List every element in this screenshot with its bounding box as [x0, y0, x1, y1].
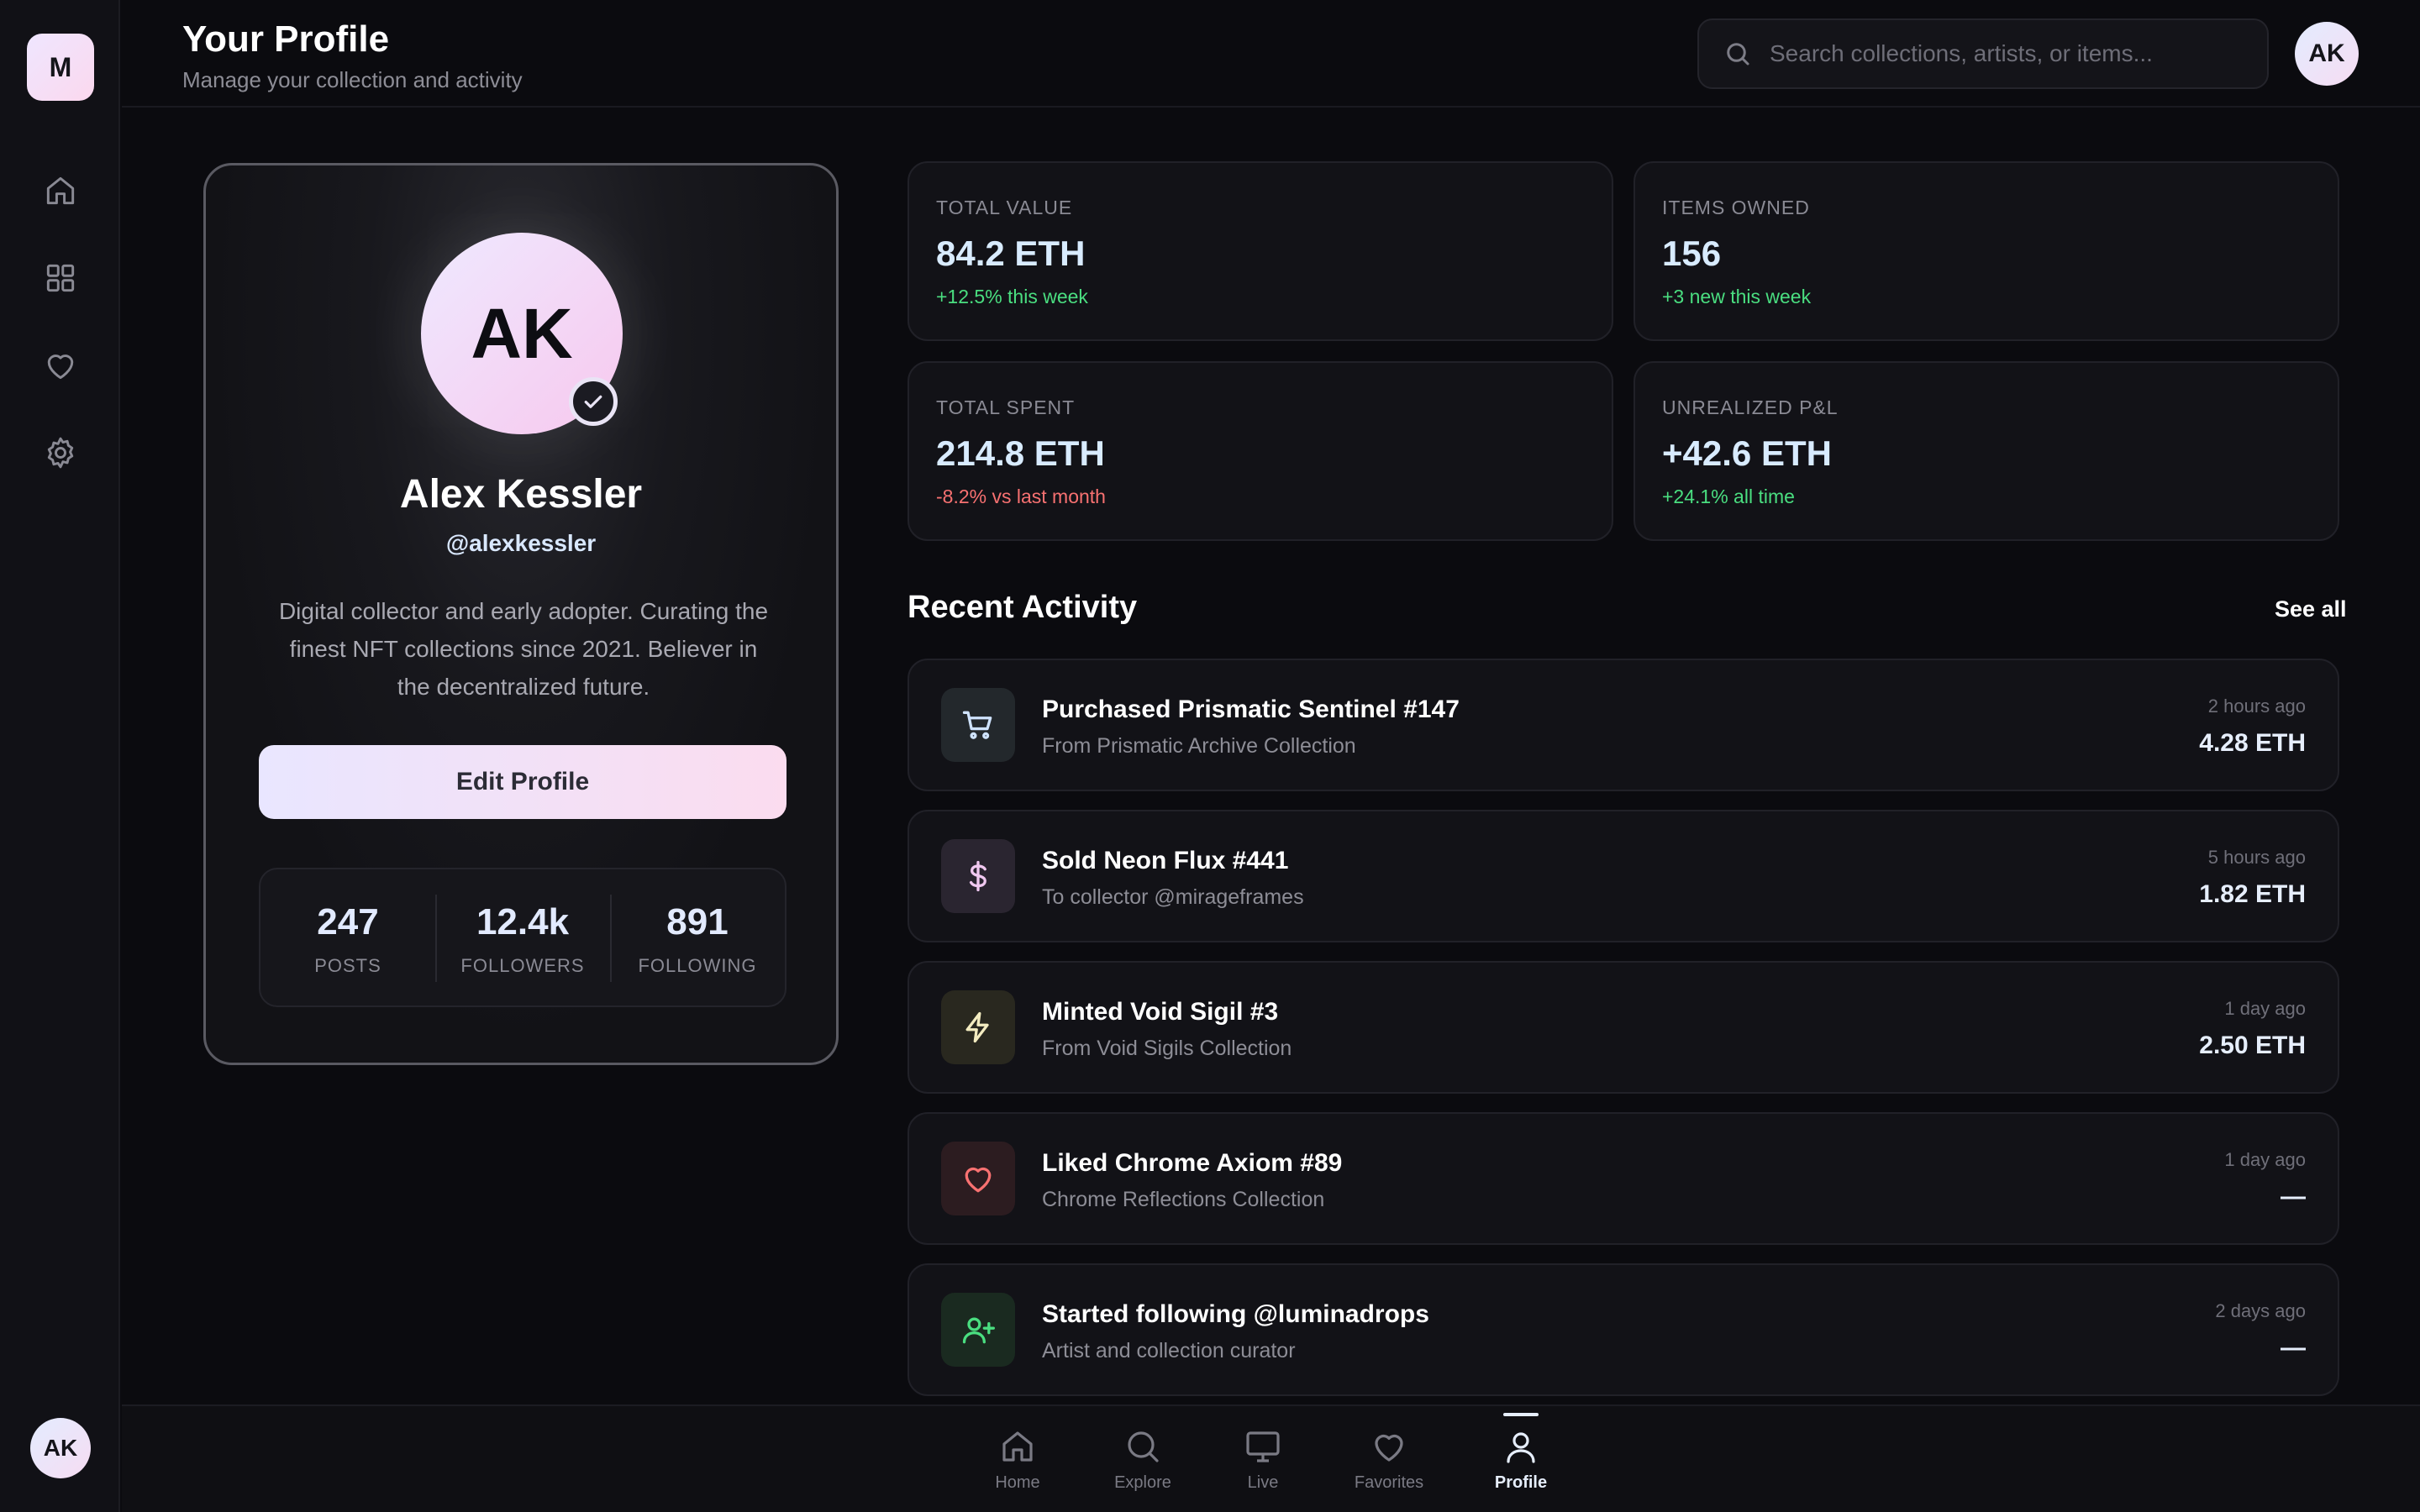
metric-total-value: TOTAL VALUE 84.2 ETH +12.5% this week: [908, 161, 1613, 341]
activity-item[interactable]: Sold Neon Flux #441 To collector @mirage…: [908, 810, 2339, 942]
active-tab-indicator: [1503, 1413, 1539, 1416]
monitor-icon: [1246, 1431, 1280, 1462]
metric-value: 84.2 ETH: [936, 234, 1086, 273]
metric-value: +42.6 ETH: [1662, 433, 1832, 473]
sidebar-home-icon[interactable]: [39, 169, 82, 213]
stat-label: FOLLOWING: [638, 955, 757, 976]
activity-amount: 4.28 ETH: [2199, 729, 2306, 757]
metric-change: -8.2% vs last month: [936, 486, 1106, 507]
sidebar-grid-icon[interactable]: [39, 256, 82, 300]
bolt-icon: [941, 990, 1015, 1064]
metric-items-owned: ITEMS OWNED 156 +3 new this week: [1634, 161, 2339, 341]
search-bar[interactable]: [1697, 18, 2269, 89]
stat-followers[interactable]: 12.4k FOLLOWERS: [435, 869, 610, 1005]
page-subtitle: Manage your collection and activity: [182, 67, 523, 92]
metric-label: TOTAL SPENT: [936, 396, 1076, 418]
edit-profile-button[interactable]: Edit Profile: [259, 745, 786, 819]
metric-unrealized-pnl: UNREALIZED P&L +42.6 ETH +24.1% all time: [1634, 361, 2339, 541]
nav-label: Profile: [1494, 1473, 1548, 1492]
nav-profile[interactable]: Profile: [1470, 1426, 1571, 1493]
activity-title: Started following @luminadrops: [1042, 1300, 1429, 1328]
user-icon: [1507, 1432, 1535, 1463]
stat-value: 247: [317, 901, 379, 942]
see-all-link[interactable]: See all: [2275, 596, 2347, 622]
bottom-nav: Home Explore Live Favorites Profile: [122, 1404, 2420, 1512]
cart-icon: [941, 688, 1015, 762]
stat-value: 891: [666, 901, 729, 942]
search-input[interactable]: [1770, 40, 2240, 67]
metric-label: TOTAL VALUE: [936, 197, 1073, 218]
metric-change: +3 new this week: [1662, 286, 1812, 307]
metric-label: UNREALIZED P&L: [1662, 396, 1839, 418]
search-icon: [1727, 43, 1749, 66]
activity-time: 2 days ago: [2215, 1300, 2306, 1321]
profile-card: AK Alex Kessler @alexkessler Digital col…: [203, 163, 839, 1065]
stat-posts[interactable]: 247 POSTS: [260, 869, 435, 1005]
activity-amount: 2.50 ETH: [2199, 1032, 2306, 1059]
app-logo[interactable]: M: [27, 34, 94, 101]
nav-label: Live: [1247, 1473, 1279, 1492]
activity-subtitle: To collector @mirageframes: [1042, 885, 1304, 909]
stat-label: FOLLOWERS: [460, 955, 585, 976]
activity-subtitle: Artist and collection curator: [1042, 1339, 1296, 1362]
sidebar: M AK: [0, 0, 120, 1512]
sidebar-settings-icon[interactable]: [39, 431, 82, 475]
nav-favorites[interactable]: Favorites: [1339, 1426, 1439, 1493]
home-icon: [1002, 1431, 1033, 1462]
header-avatar[interactable]: AK: [2295, 22, 2359, 86]
top-header: Your Profile Manage your collection and …: [122, 0, 2420, 108]
activity-subtitle: From Void Sigils Collection: [1042, 1037, 1292, 1060]
metric-change: +24.1% all time: [1662, 486, 1795, 507]
activity-time: 5 hours ago: [2207, 847, 2306, 868]
stat-following[interactable]: 891 FOLLOWING: [610, 869, 785, 1005]
nav-home[interactable]: Home: [967, 1426, 1068, 1493]
stat-label: POSTS: [314, 955, 381, 976]
sidebar-avatar[interactable]: AK: [30, 1418, 91, 1478]
profile-handle: @alexkessler: [445, 530, 597, 556]
metric-value: 214.8 ETH: [936, 433, 1105, 473]
profile-stats: 247 POSTS 12.4k FOLLOWERS 891 FOLLOWING: [259, 868, 786, 1007]
search-icon: [1128, 1431, 1159, 1462]
metric-label: ITEMS OWNED: [1662, 197, 1810, 218]
activity-item[interactable]: Purchased Prismatic Sentinel #147 From P…: [908, 659, 2339, 791]
verified-badge-icon: [569, 377, 618, 426]
activity-title: Sold Neon Flux #441: [1042, 847, 1289, 874]
nav-label: Explore: [1114, 1473, 1171, 1492]
activity-amount: —: [2281, 1183, 2306, 1210]
page-title: Your Profile: [182, 18, 390, 60]
activity-amount: —: [2281, 1334, 2306, 1362]
profile-bio: Digital collector and early adopter. Cur…: [278, 598, 769, 700]
activity-item[interactable]: Started following @luminadrops Artist an…: [908, 1263, 2339, 1396]
activity-item[interactable]: Liked Chrome Axiom #89 Chrome Reflection…: [908, 1112, 2339, 1245]
activity-time: 1 day ago: [2224, 998, 2306, 1019]
heart-icon: [1375, 1434, 1403, 1462]
activity-subtitle: From Prismatic Archive Collection: [1042, 734, 1356, 758]
nav-label: Home: [995, 1473, 1040, 1492]
nav-live[interactable]: Live: [1213, 1426, 1313, 1493]
metric-total-spent: TOTAL SPENT 214.8 ETH -8.2% vs last mont…: [908, 361, 1613, 541]
nav-explore[interactable]: Explore: [1092, 1426, 1193, 1493]
recent-activity-title: Recent Activity: [908, 590, 1138, 625]
nav-label: Favorites: [1354, 1473, 1424, 1492]
activity-amount: 1.82 ETH: [2199, 880, 2306, 908]
heart-icon: [941, 1142, 1015, 1215]
activity-item[interactable]: Minted Void Sigil #3 From Void Sigils Co…: [908, 961, 2339, 1094]
activity-title: Liked Chrome Axiom #89: [1042, 1149, 1343, 1177]
profile-name: Alex Kessler: [399, 472, 643, 517]
activity-subtitle: Chrome Reflections Collection: [1042, 1188, 1325, 1211]
activity-title: Minted Void Sigil #3: [1042, 998, 1279, 1026]
stat-value: 12.4k: [476, 901, 570, 942]
sidebar-heart-icon[interactable]: [39, 344, 82, 387]
metric-change: +12.5% this week: [936, 286, 1088, 307]
metric-value: 156: [1662, 234, 1722, 273]
activity-time: 2 hours ago: [2207, 696, 2306, 717]
activity-title: Purchased Prismatic Sentinel #147: [1042, 696, 1460, 723]
dollar-icon: [941, 839, 1015, 913]
activity-time: 1 day ago: [2224, 1149, 2306, 1170]
user-plus-icon: [941, 1293, 1015, 1367]
